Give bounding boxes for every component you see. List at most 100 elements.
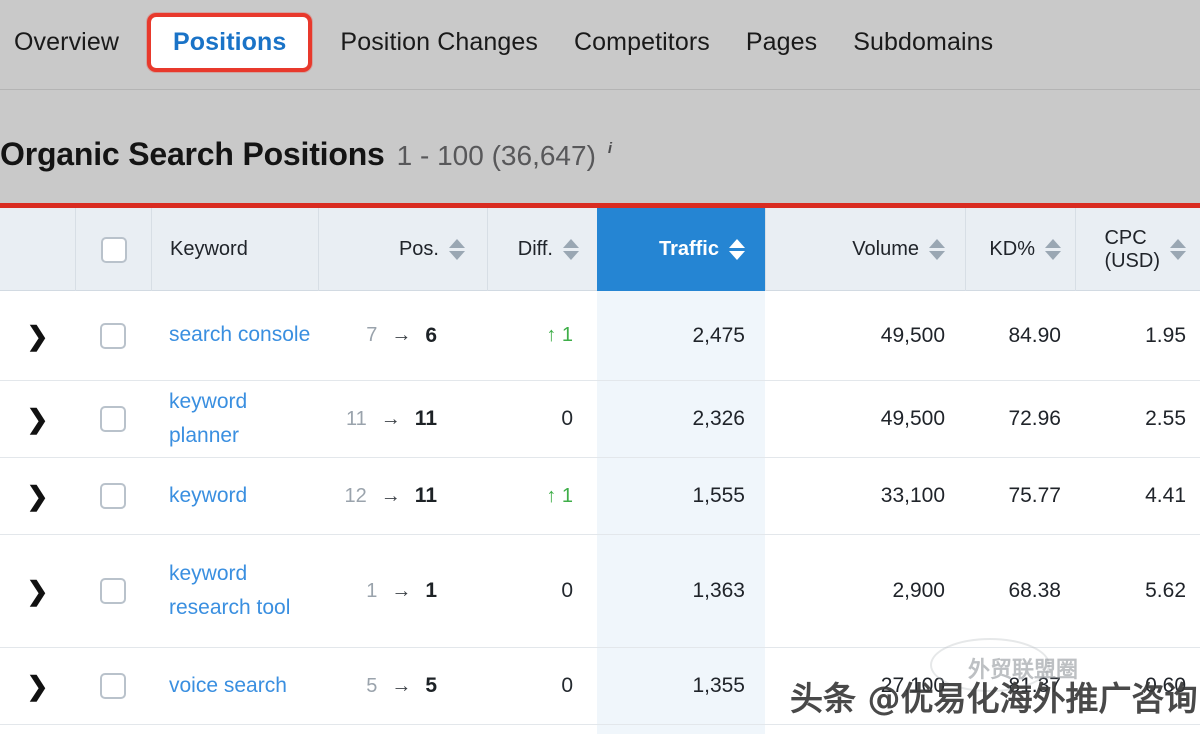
row-expand-cell[interactable]: ❯	[0, 648, 75, 724]
table-row[interactable]: ❯ search console 7 → 6 ↑ 1 2,475 49,500 84.90 1.9…	[0, 291, 1200, 381]
volume-value: 27,100	[880, 674, 945, 697]
traffic-value: 1,355	[692, 674, 745, 697]
sort-icon-pos[interactable]	[449, 238, 465, 260]
row-keyword-cell[interactable]: cpa	[151, 725, 318, 734]
row-keyword-cell[interactable]: search console	[151, 291, 318, 380]
info-icon[interactable]: i	[608, 140, 612, 157]
tab-position-changes[interactable]: Position Changes	[322, 0, 556, 84]
keyword-link[interactable]: keyword planner	[169, 385, 318, 453]
tab-overview[interactable]: Overview	[0, 0, 137, 84]
sort-icon-kd[interactable]	[1045, 238, 1061, 260]
column-header-volume[interactable]: Volume	[765, 208, 965, 291]
table-row[interactable]: ❯ voice search 5 → 5 0 1,355 27,100 81.37 0.60	[0, 648, 1200, 725]
row-checkbox[interactable]	[100, 322, 126, 349]
chevron-right-icon[interactable]: ❯	[27, 673, 49, 699]
row-checkbox[interactable]	[100, 406, 126, 432]
tab-subdomains[interactable]: Subdomains	[835, 0, 1011, 84]
title-strip: Organic Search Positions 1 - 100 (36,647…	[0, 90, 1200, 203]
row-keyword-cell[interactable]: keyword	[151, 458, 318, 534]
row-kd-cell: 67.75	[965, 725, 1075, 734]
select-all-checkbox[interactable]	[100, 236, 127, 263]
kd-value: 72.96	[1008, 407, 1061, 430]
column-header-diff[interactable]: Diff.	[487, 208, 597, 291]
arrow-right-icon: →	[391, 324, 412, 346]
table-row[interactable]: ❯ keyword research tool 1 → 1 0 1,363 2,900 68.3…	[0, 535, 1200, 648]
row-kd-cell: 72.96	[965, 381, 1075, 457]
cpc-value: 5.62	[1145, 579, 1186, 602]
sort-icon-diff[interactable]	[563, 238, 579, 260]
column-header-kd-label: KD%	[989, 238, 1035, 261]
kd-value: 68.38	[1008, 579, 1061, 602]
row-expand-cell[interactable]: ❯	[0, 535, 75, 647]
row-select-cell[interactable]	[75, 535, 151, 647]
row-cpc-cell: 2.55	[1075, 381, 1200, 457]
column-header-cpc[interactable]: CPC (USD)	[1075, 208, 1200, 291]
row-cpc-cell: 4.41	[1075, 458, 1200, 534]
sort-icon-cpc[interactable]	[1170, 239, 1186, 260]
screenshot-root: Overview Positions Position Changes Comp…	[0, 0, 1200, 734]
row-checkbox[interactable]	[100, 578, 126, 604]
row-diff-cell: 0	[487, 725, 597, 734]
keyword-link[interactable]: voice search	[169, 669, 287, 703]
row-keyword-cell[interactable]: keyword planner	[151, 381, 318, 457]
column-header-keyword-label: Keyword	[170, 238, 248, 261]
row-keyword-cell[interactable]: voice search	[151, 648, 318, 724]
row-checkbox[interactable]	[100, 483, 126, 509]
tab-positions[interactable]: Positions	[147, 12, 313, 72]
row-expand-cell[interactable]: ❯	[0, 458, 75, 534]
row-select-cell[interactable]	[75, 458, 151, 534]
sort-icon-traffic[interactable]	[729, 238, 745, 260]
cpc-value: 4.41	[1145, 484, 1186, 507]
position-previous: 12	[344, 484, 367, 507]
row-diff-cell: ↑ 1	[487, 291, 597, 380]
cpc-value: 0.60	[1145, 674, 1186, 697]
cpc-value: 2.55	[1145, 407, 1186, 430]
chevron-right-icon[interactable]: ❯	[27, 578, 49, 604]
row-pos-cell: 11 → 11	[318, 381, 487, 457]
table-row[interactable]: ❯ keyword planner 11 → 11 0 2,326 49,500 72.96 2.…	[0, 381, 1200, 458]
row-cpc-cell: 5.62	[1075, 535, 1200, 647]
column-header-expand	[0, 208, 75, 291]
row-select-cell[interactable]	[75, 725, 151, 734]
volume-value: 33,100	[880, 484, 945, 507]
row-select-cell[interactable]	[75, 381, 151, 457]
column-header-traffic[interactable]: Traffic	[597, 208, 765, 291]
arrow-right-icon: →	[391, 674, 412, 697]
row-traffic-cell: 1,363	[597, 535, 765, 647]
table-row[interactable]: ❯ keyword 12 → 11 ↑ 1 1,555 33,100 75.77 4.41	[0, 458, 1200, 535]
chevron-right-icon[interactable]: ❯	[27, 483, 49, 509]
column-header-keyword[interactable]: Keyword	[151, 208, 318, 291]
traffic-value: 1,555	[692, 484, 745, 507]
volume-value: 2,900	[892, 579, 945, 602]
traffic-value: 1,363	[692, 579, 745, 602]
keyword-link[interactable]: keyword	[169, 479, 247, 513]
keyword-link[interactable]: search console	[169, 318, 310, 352]
keyword-link[interactable]: keyword research tool	[169, 557, 318, 625]
column-header-pos-label: Pos.	[398, 238, 439, 261]
column-header-pos[interactable]: Pos.	[318, 208, 487, 291]
tab-pages[interactable]: Pages	[728, 0, 835, 84]
row-expand-cell[interactable]: ❯	[0, 381, 75, 457]
position-previous: 5	[366, 674, 378, 697]
traffic-value: 2,475	[692, 323, 745, 347]
position-current: 6	[425, 323, 437, 347]
row-pos-cell: 5 → 5	[318, 648, 487, 724]
column-header-volume-label: Volume	[852, 238, 919, 261]
position-current: 11	[414, 407, 437, 430]
row-cpc-cell: 1.95	[1075, 291, 1200, 380]
row-cpc-cell: 13.06	[1075, 725, 1200, 734]
diff-value: 0	[561, 579, 573, 602]
row-expand-cell[interactable]: ❯	[0, 725, 75, 734]
page-title-range: 1 - 100 (36,647)	[396, 140, 596, 171]
chevron-right-icon[interactable]: ❯	[27, 323, 49, 349]
table-row[interactable]: ❯ cpa1→101,1282,40067.7513.06	[0, 725, 1200, 734]
row-checkbox[interactable]	[100, 673, 126, 699]
sort-icon-volume[interactable]	[929, 238, 945, 260]
row-select-cell[interactable]	[75, 291, 151, 380]
tab-competitors[interactable]: Competitors	[556, 0, 728, 84]
row-expand-cell[interactable]: ❯	[0, 291, 75, 380]
row-keyword-cell[interactable]: keyword research tool	[151, 535, 318, 647]
row-select-cell[interactable]	[75, 648, 151, 724]
chevron-right-icon[interactable]: ❯	[27, 406, 49, 432]
column-header-kd[interactable]: KD%	[965, 208, 1075, 291]
